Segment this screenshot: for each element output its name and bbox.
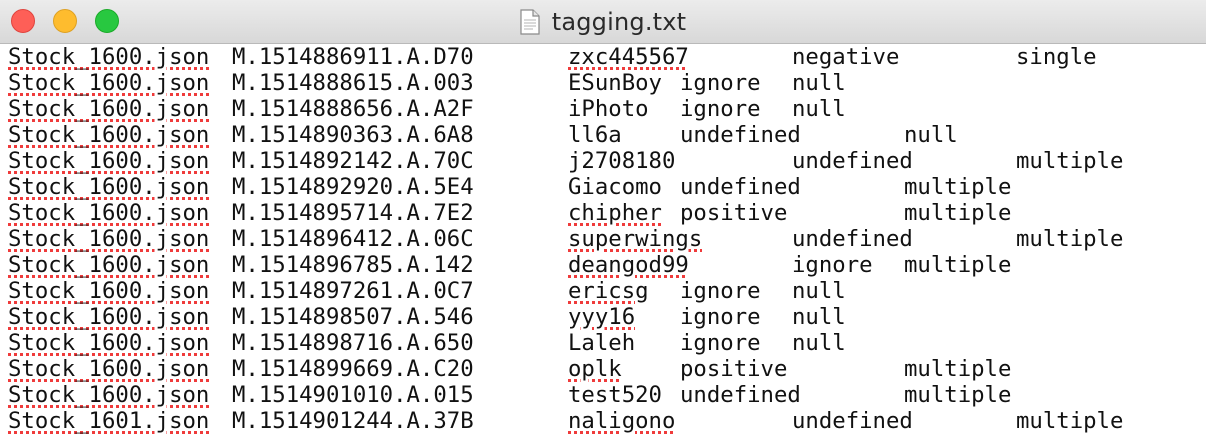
line-field-4: null [792,304,846,330]
line-field-2: chipher [568,200,662,226]
line-field-3: ignore [792,252,873,278]
line-field-3: undefined [792,148,913,174]
line-field-2: deangod99 [568,252,689,278]
line-field-0: Stock_1600.json [8,382,210,408]
window-title: tagging.txt [551,8,687,36]
line-field-3: ignore [680,278,761,304]
line-field-4: multiple [1016,148,1124,174]
line-field-1: M.1514888656.A.A2F [232,96,474,122]
line-field-1: M.1514888615.A.003 [232,70,474,96]
line-field-1: M.1514890363.A.6A8 [232,122,474,148]
line-field-4: multiple [1016,408,1124,434]
line-field-0: Stock_1600.json [8,226,210,252]
line-field-1: M.1514896412.A.06C [232,226,474,252]
line-field-0: Stock_1600.json [8,70,210,96]
window-title-area: tagging.txt [0,0,1206,44]
line-field-1: M.1514895714.A.7E2 [232,200,474,226]
line-field-3: undefined [680,122,801,148]
line-field-4: multiple [904,356,1012,382]
line-field-1: M.1514898716.A.650 [232,330,474,356]
line-field-0: Stock_1600.json [8,96,210,122]
line-field-0: Stock_1600.json [8,304,210,330]
line-field-2: j2708180 [568,148,676,174]
line-field-3: ignore [680,330,761,356]
line-field-0: Stock_1601.json [8,408,210,434]
line-field-0: Stock_1600.json [8,200,210,226]
line-field-4: null [792,96,846,122]
line-field-0: Stock_1600.json [8,44,210,70]
line-field-2: naligono [568,408,676,434]
line-field-4: null [792,70,846,96]
line-field-1: M.1514886911.A.D70 [232,44,474,70]
line-field-2: ericsg [568,278,649,304]
line-field-0: Stock_1600.json [8,252,210,278]
line-field-0: Stock_1600.json [8,122,210,148]
line-field-3: undefined [680,174,801,200]
line-field-2: ESunBoy [568,70,662,96]
line-field-3: ignore [680,70,761,96]
line-field-1: M.1514898507.A.546 [232,304,474,330]
line-field-3: ignore [680,304,761,330]
line-field-3: negative [792,44,900,70]
line-field-0: Stock_1600.json [8,148,210,174]
line-field-1: M.1514896785.A.142 [232,252,474,278]
line-field-1: M.1514899669.A.C20 [232,356,474,382]
line-field-0: Stock_1600.json [8,330,210,356]
line-field-3: undefined [792,226,913,252]
line-field-2: yyy16 [568,304,636,330]
line-field-3: ignore [680,96,761,122]
line-field-0: Stock_1600.json [8,174,210,200]
line-field-1: M.1514892142.A.70C [232,148,474,174]
line-field-0: Stock_1600.json [8,278,210,304]
line-field-2: zxc445567 [568,44,689,70]
document-icon [520,9,540,35]
line-field-4: null [904,122,958,148]
line-field-3: undefined [792,408,913,434]
line-field-2: Laleh [568,330,636,356]
line-field-4: multiple [904,252,1012,278]
line-field-1: M.1514901244.A.37B [232,408,474,434]
line-field-1: M.1514901010.A.015 [232,382,474,408]
line-field-1: M.1514892920.A.5E4 [232,174,474,200]
line-field-3: positive [680,356,788,382]
line-field-4: multiple [904,174,1012,200]
line-field-4: multiple [904,382,1012,408]
line-field-1: M.1514897261.A.0C7 [232,278,474,304]
line-field-4: null [792,278,846,304]
line-field-2: ll6a [568,122,622,148]
line-field-3: undefined [680,382,801,408]
line-field-4: multiple [1016,226,1124,252]
line-field-2: Giacomo [568,174,662,200]
line-field-4: multiple [904,200,1012,226]
line-field-2: oplk [568,356,622,382]
title-bar[interactable]: tagging.txt [0,0,1206,44]
line-field-3: positive [680,200,788,226]
line-field-0: Stock_1600.json [8,356,210,382]
line-field-4: single [1016,44,1097,70]
line-field-4: null [792,330,846,356]
line-field-2: superwings [568,226,703,252]
line-field-2: test520 [568,382,662,408]
text-editor-area[interactable]: Stock_1600.json M.1514886911.A.D70 zxc4455… [0,44,1206,440]
line-field-2: iPhoto [568,96,649,122]
